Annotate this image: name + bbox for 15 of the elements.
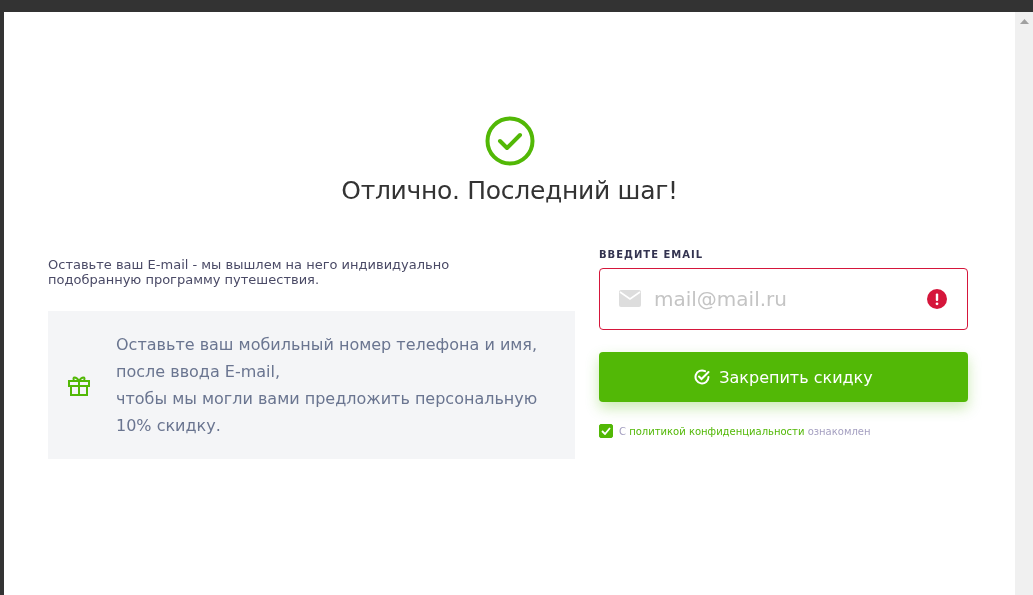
scroll-up-icon[interactable] — [1019, 19, 1029, 24]
check-circle-icon — [694, 369, 711, 385]
success-check-icon — [484, 116, 535, 166]
success-title: Отлично. Последний шаг! — [341, 176, 678, 205]
error-icon — [927, 289, 947, 309]
intro-text: Оставьте ваш E-mail - мы вышлем на него индивидуально подобранную программу путешествия. — [48, 257, 451, 287]
offer-text: Оставьте ваш мобильный номер телефона и имя, после ввода E-mail, чтобы мы могли вами предложить персональную 10% скидку. — [116, 334, 538, 437]
gift-icon — [68, 374, 90, 396]
consent-text: С политикой конфиденциальности ознакомлен — [619, 425, 871, 437]
email-field[interactable]: mail@mail.ru — [599, 268, 968, 330]
mail-icon — [619, 290, 641, 307]
submit-button[interactable]: Закрепить скидку — [599, 352, 968, 402]
email-label: ВВЕДИТЕ EMAIL — [599, 249, 705, 260]
privacy-policy-link[interactable]: политикой конфиденциальности — [629, 425, 805, 437]
consent-checkbox[interactable] — [599, 424, 613, 438]
